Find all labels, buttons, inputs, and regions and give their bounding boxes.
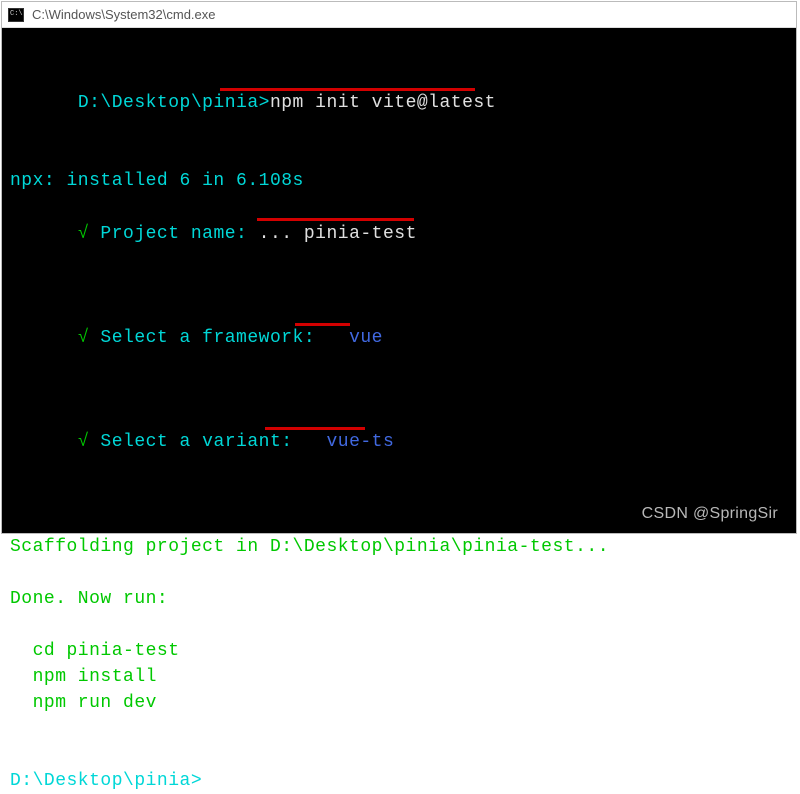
- terminal-body[interactable]: D:\Desktop\pinia>npm init vite@latest np…: [2, 28, 796, 533]
- prompt-framework: √ Select a framework: vue: [10, 299, 788, 403]
- cmd-icon: [8, 8, 24, 22]
- cmd-dev: npm run dev: [10, 690, 788, 716]
- annotation-underline-framework: [295, 323, 350, 326]
- watermark: CSDN @SpringSir: [642, 502, 778, 525]
- project-name-value: pinia-test: [304, 224, 417, 244]
- annotation-underline-command: [220, 88, 475, 91]
- cmd-install: npm install: [10, 664, 788, 690]
- annotation-underline-project: [257, 218, 414, 221]
- titlebar-path: C:\Windows\System32\cmd.exe: [32, 7, 216, 22]
- annotation-underline-variant: [265, 427, 365, 430]
- done-line: Done. Now run:: [10, 586, 788, 612]
- prompt-variant: √ Select a variant: vue-ts: [10, 403, 788, 507]
- cwd-prompt: D:\Desktop\pinia>: [78, 93, 270, 113]
- prompt-project-name: √ Project name: ... pinia-test: [10, 194, 788, 298]
- npx-output: npx: installed 6 in 6.108s: [10, 168, 788, 194]
- prompt-line-2: D:\Desktop\pinia>: [10, 768, 788, 794]
- framework-value: vue: [349, 328, 383, 348]
- check-icon: √: [78, 328, 89, 348]
- prompt-line-1: D:\Desktop\pinia>npm init vite@latest: [10, 64, 788, 168]
- check-icon: √: [78, 432, 89, 452]
- typed-command: npm init vite@latest: [270, 93, 496, 113]
- cwd-prompt: D:\Desktop\pinia>: [10, 771, 202, 791]
- cmd-window: C:\Windows\System32\cmd.exe D:\Desktop\p…: [1, 1, 797, 534]
- cmd-cd: cd pinia-test: [10, 638, 788, 664]
- titlebar[interactable]: C:\Windows\System32\cmd.exe: [2, 2, 796, 28]
- variant-value: vue-ts: [326, 432, 394, 452]
- check-icon: √: [78, 224, 89, 244]
